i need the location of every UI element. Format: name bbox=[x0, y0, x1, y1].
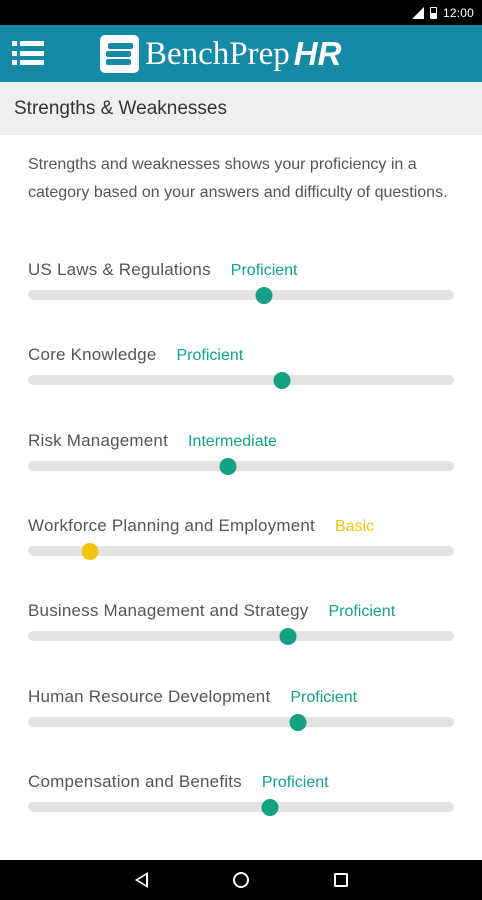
strengths-list: Strengths and weaknesses shows your prof… bbox=[0, 135, 482, 860]
proficiency-level: Proficient bbox=[328, 603, 396, 620]
proficiency-marker bbox=[273, 372, 291, 389]
category-name: Workforce Planning and Employment bbox=[28, 516, 315, 535]
proficiency-marker bbox=[289, 714, 307, 731]
proficiency-marker bbox=[279, 628, 297, 645]
proficiency-track bbox=[28, 458, 454, 475]
proficiency-track bbox=[28, 287, 454, 304]
proficiency-marker bbox=[219, 458, 237, 475]
proficiency-track bbox=[28, 543, 454, 560]
signal-icon bbox=[411, 6, 424, 19]
proficiency-level: Proficient bbox=[230, 262, 298, 279]
brand-logo: BenchPrep HR bbox=[100, 34, 341, 74]
category-item: Business Management and Strategy Proficie… bbox=[28, 601, 454, 661]
recents-icon bbox=[334, 873, 348, 887]
intro-text: Strengths and weaknesses shows your prof… bbox=[28, 156, 448, 201]
back-icon bbox=[134, 872, 148, 888]
proficiency-level: Proficient bbox=[261, 774, 329, 791]
battery-icon bbox=[429, 6, 437, 19]
proficiency-marker bbox=[255, 287, 273, 304]
proficiency-track bbox=[28, 372, 454, 389]
category-item: Compensation and Benefits Proficient bbox=[28, 772, 454, 832]
status-time: 12:00 bbox=[442, 5, 474, 20]
system-nav-bar bbox=[0, 860, 482, 900]
proficiency-level: Proficient bbox=[176, 347, 244, 364]
proficiency-level: Basic bbox=[334, 518, 375, 535]
proficiency-marker bbox=[81, 543, 99, 560]
proficiency-level: Intermediate bbox=[188, 433, 277, 450]
category-name: Compensation and Benefits bbox=[28, 772, 242, 791]
category-name: Business Management and Strategy bbox=[28, 601, 309, 620]
category-item: Core Knowledge Proficient bbox=[28, 345, 454, 405]
benchprep-logo-icon bbox=[100, 35, 139, 73]
category-item: US Laws & Regulations Proficient bbox=[28, 260, 454, 320]
category-name: Human Resource Development bbox=[28, 687, 271, 706]
status-bar: 12:00 bbox=[0, 0, 482, 25]
category-item: Human Resource Development Proficient bbox=[28, 687, 454, 747]
category-item: Workforce Planning and Employment Basic bbox=[28, 516, 454, 576]
proficiency-track bbox=[28, 628, 454, 645]
proficiency-track bbox=[28, 714, 454, 731]
category-name: Core Knowledge bbox=[28, 345, 157, 364]
proficiency-level: Proficient bbox=[290, 689, 358, 706]
category-item: Risk Management Intermediate bbox=[28, 431, 454, 491]
menu-icon bbox=[12, 41, 44, 46]
home-button[interactable] bbox=[191, 860, 291, 900]
proficiency-marker bbox=[261, 799, 279, 816]
brand-suffix: HR bbox=[293, 35, 342, 72]
recents-button[interactable] bbox=[291, 860, 391, 900]
proficiency-track bbox=[28, 799, 454, 816]
menu-button[interactable] bbox=[12, 41, 44, 65]
category-name: Risk Management bbox=[28, 431, 169, 450]
section-title: Strengths & Weaknesses bbox=[0, 82, 482, 135]
home-icon bbox=[233, 872, 249, 888]
brand-name: BenchPrep bbox=[145, 36, 290, 72]
app-bar: BenchPrep HR bbox=[0, 25, 482, 82]
category-name: US Laws & Regulations bbox=[28, 260, 211, 279]
back-button[interactable] bbox=[91, 860, 191, 900]
